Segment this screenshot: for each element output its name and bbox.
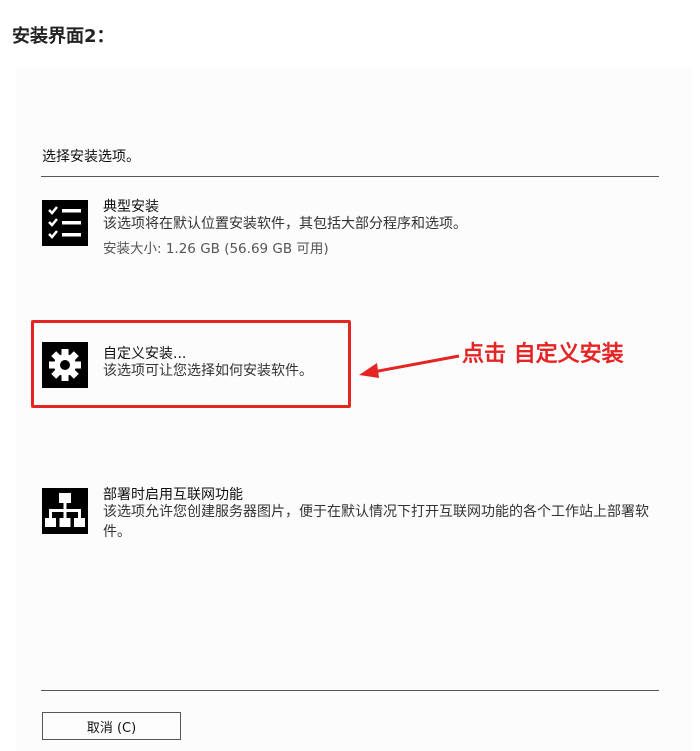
- annotation-text: 点击 自定义安装: [462, 342, 624, 367]
- checklist-icon: [42, 200, 88, 246]
- top-divider: [41, 176, 659, 177]
- bottom-divider: [41, 690, 659, 691]
- option-title: 典型安装: [103, 199, 159, 215]
- install-prompt: 选择安装选项。: [42, 149, 140, 165]
- arrow-icon: [359, 354, 460, 378]
- installer-panel: [16, 68, 692, 751]
- section-heading: 安装界面2：: [12, 26, 115, 47]
- option-description: 该选项将在默认位置安装软件，其包括大部分程序和选项。: [103, 216, 467, 232]
- option-description: 该选项允许您创建服务器图片，便于在默认情况下打开互联网功能的各个工作站上部署软件…: [103, 504, 649, 540]
- cancel-button[interactable]: 取消 (C): [42, 712, 181, 740]
- option-title: 部署时启用互联网功能: [103, 487, 243, 503]
- network-icon: [42, 488, 88, 534]
- highlight-box: [31, 320, 351, 408]
- install-size: 安装大小: 1.26 GB (56.69 GB 可用): [103, 241, 329, 257]
